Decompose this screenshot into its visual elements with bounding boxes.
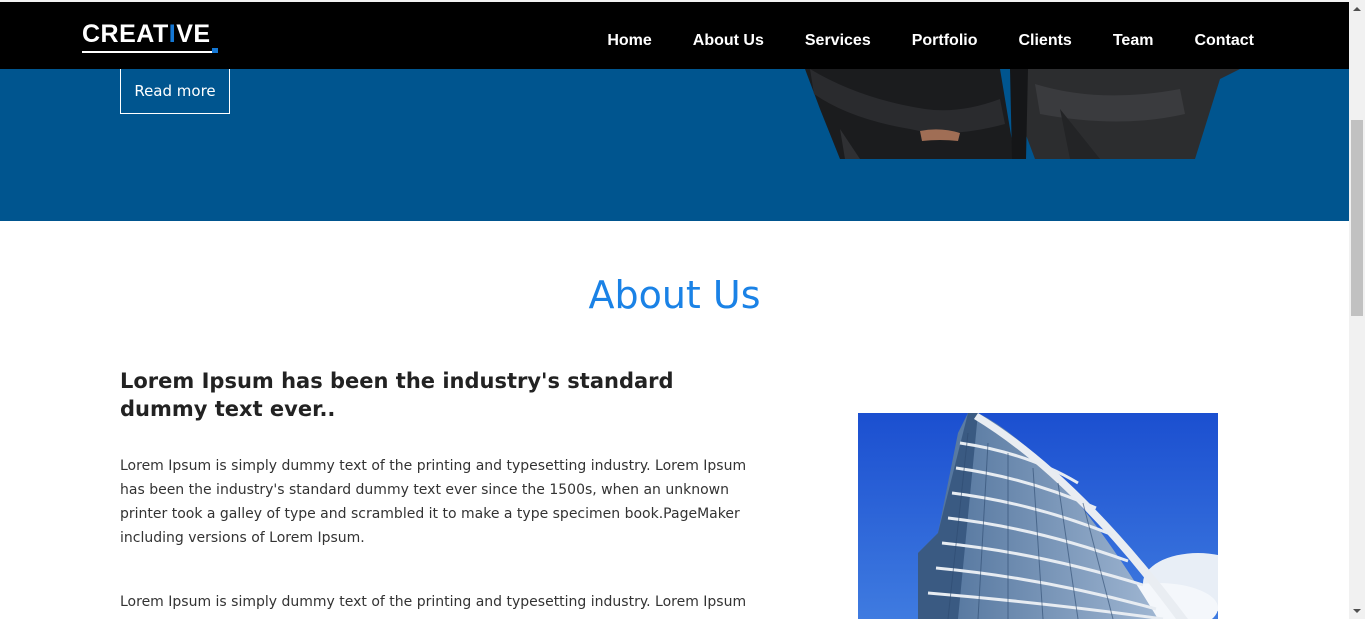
page-scrollbar[interactable] — [1349, 0, 1365, 619]
nav-item-contact[interactable]: Contact — [1194, 31, 1254, 51]
nav-item-home[interactable]: Home — [607, 31, 651, 51]
site-header: CREATIVE Home About Us Services Portfoli… — [0, 0, 1349, 69]
logo-accent-mark — [212, 48, 218, 53]
site-logo[interactable]: CREATIVE — [82, 20, 218, 56]
nav-item-team[interactable]: Team — [1113, 31, 1154, 51]
business-people-image — [805, 69, 1240, 159]
office-building-image — [858, 413, 1218, 619]
main-nav: Home About Us Services Portfolio Clients… — [607, 31, 1254, 51]
chevron-up-icon[interactable] — [1349, 0, 1365, 17]
nav-item-services[interactable]: Services — [805, 31, 871, 51]
read-more-button[interactable]: Read more — [120, 69, 230, 114]
logo-text: CREATIVE — [82, 20, 211, 48]
nav-item-clients[interactable]: Clients — [1018, 31, 1071, 51]
hero-section: Read more — [0, 69, 1349, 221]
about-paragraph-1: Lorem Ipsum is simply dummy text of the … — [120, 458, 747, 546]
scrollbar-thumb[interactable] — [1351, 120, 1363, 316]
about-title: About Us — [588, 273, 761, 317]
nav-item-portfolio[interactable]: Portfolio — [912, 31, 978, 51]
page: CREATIVE Home About Us Services Portfoli… — [0, 0, 1349, 619]
chevron-down-icon[interactable] — [1349, 602, 1365, 619]
logo-underline — [82, 51, 218, 53]
nav-item-about-us[interactable]: About Us — [693, 31, 764, 51]
about-heading: Lorem Ipsum has been the industry's stan… — [120, 369, 674, 421]
about-paragraph-2: Lorem Ipsum is simply dummy text of the … — [120, 594, 747, 610]
